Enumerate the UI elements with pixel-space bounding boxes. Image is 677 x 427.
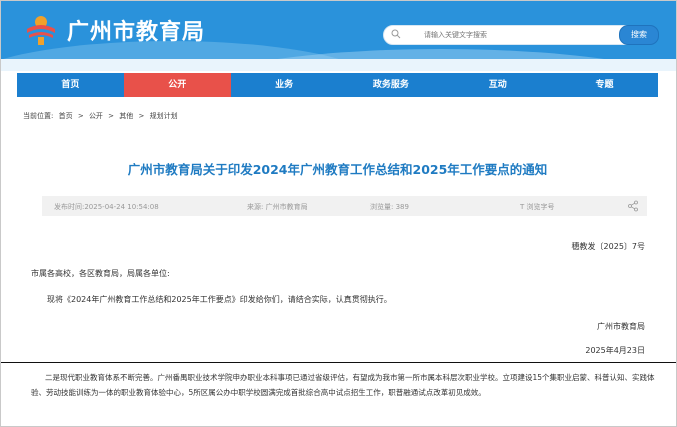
nav-topics[interactable]: 专题 xyxy=(551,73,658,97)
nav-home[interactable]: 首页 xyxy=(17,73,124,97)
breadcrumb-open[interactable]: 公开 xyxy=(89,112,103,120)
article-title: 广州市教育局关于印发2024年广州教育工作总结和2025年工作要点的通知 xyxy=(127,162,548,177)
nav-business[interactable]: 业务 xyxy=(231,73,338,97)
search-button[interactable]: 搜索 xyxy=(619,25,659,45)
breadcrumb-separator: > xyxy=(77,112,84,120)
view-count: 浏览量: 389 xyxy=(370,203,409,211)
article-meta-bar: 发布时间:2025-04-24 10:54:08 来源: 广州市教育局 浏览量:… xyxy=(42,196,647,216)
breadcrumb-separator: > xyxy=(138,112,145,120)
breadcrumb-home[interactable]: 首页 xyxy=(59,112,73,120)
main-nav: 首页 公开 业务 政务服务 互动 专题 xyxy=(17,73,658,97)
breadcrumb-prefix: 当前位置: xyxy=(23,112,54,120)
font-size-toggle[interactable]: T 浏览字号 xyxy=(520,202,555,212)
article-body: 现将《2024年广州教育工作总结和2025年工作要点》印发给你们，请结合实际，认… xyxy=(47,295,392,304)
salutation: 市属各高校，各区教育局，局属各单位: xyxy=(31,269,170,278)
breadcrumb-separator: > xyxy=(108,112,115,120)
breadcrumb-other[interactable]: 其他 xyxy=(119,112,133,120)
signature: 广州市教育局 xyxy=(597,322,645,331)
share-icon[interactable] xyxy=(627,200,639,212)
excerpt-paragraph: 二是现代职业教育体系不断完善。广州番禺职业技术学院申办职业本科事项已通过省级评估… xyxy=(31,373,655,397)
excerpt-section: 二是现代职业教育体系不断完善。广州番禺职业技术学院申办职业本科事项已通过省级评估… xyxy=(1,363,676,426)
search-icon xyxy=(391,29,401,39)
browser-page: 广州市教育局 搜索 首页 公开 业务 政务服务 互动 专题 当前位置: 首页 >… xyxy=(0,0,677,427)
document-number: 穗教发〔2025〕7号 xyxy=(571,242,645,251)
breadcrumb-plans[interactable]: 规划计划 xyxy=(150,112,178,120)
site-header: 广州市教育局 搜索 xyxy=(1,1,676,71)
search-input[interactable] xyxy=(424,28,614,42)
article-source: 来源: 广州市教育局 xyxy=(247,203,308,211)
publish-time: 发布时间:2025-04-24 10:54:08 xyxy=(54,203,159,211)
education-bureau-logo-icon[interactable] xyxy=(23,13,59,47)
nav-interaction[interactable]: 互动 xyxy=(444,73,551,97)
nav-government-services[interactable]: 政务服务 xyxy=(337,73,444,97)
site-title[interactable]: 广州市教育局 xyxy=(67,14,205,46)
search-box[interactable] xyxy=(383,25,653,45)
nav-open-government[interactable]: 公开 xyxy=(123,73,231,97)
breadcrumb: 当前位置: 首页 > 公开 > 其他 > 规划计划 xyxy=(23,111,181,121)
document-date: 2025年4月23日 xyxy=(585,346,645,355)
